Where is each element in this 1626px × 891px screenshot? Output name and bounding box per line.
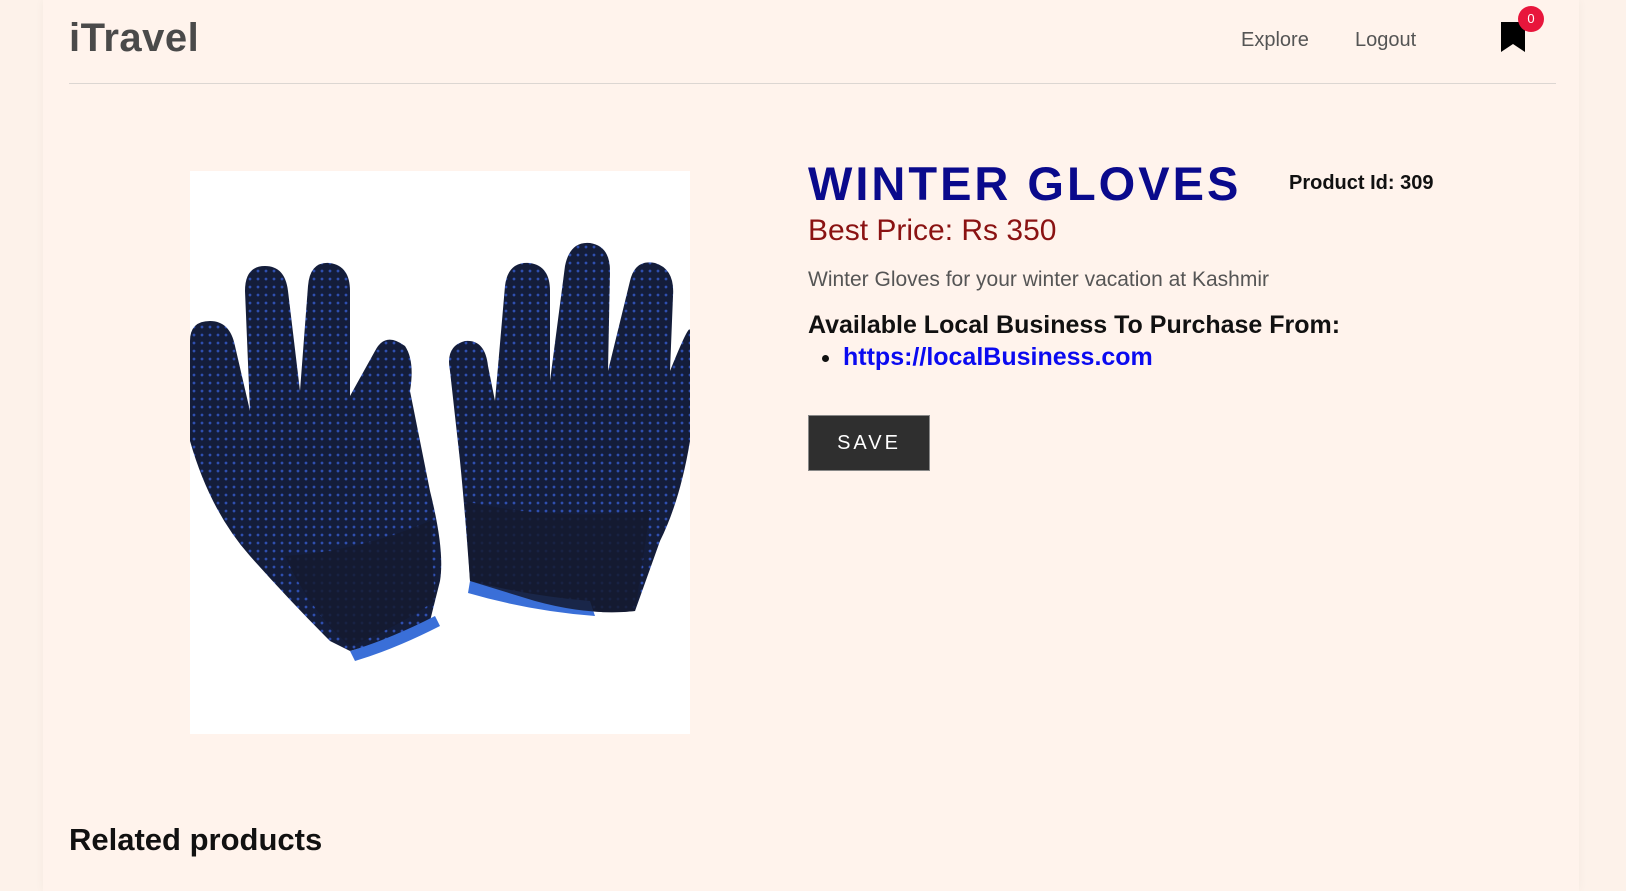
product-description: Winter Gloves for your winter vacation a… [808, 268, 1269, 291]
related-products-heading: Related products [69, 822, 323, 857]
product-title: WINTER GLOVES [808, 157, 1242, 210]
save-button[interactable]: SAVE [808, 415, 930, 471]
product-price: Best Price: Rs 350 [808, 214, 1057, 247]
brand-logo[interactable]: iTravel [69, 16, 199, 61]
bookmark-count-badge: 0 [1518, 6, 1544, 32]
product-image [190, 171, 690, 734]
left-glove-shape [190, 262, 442, 661]
business-link[interactable]: https://localBusiness.com [843, 343, 1153, 371]
available-business-heading: Available Local Business To Purchase Fro… [808, 311, 1341, 339]
nav-explore-link[interactable]: Explore [1241, 29, 1309, 52]
right-glove-shape [449, 242, 690, 616]
product-id: Product Id: 309 [1289, 172, 1434, 194]
list-item: https://localBusiness.com [843, 343, 1153, 372]
business-list: https://localBusiness.com [808, 343, 1153, 372]
nav-logout-link[interactable]: Logout [1355, 29, 1416, 52]
navbar: iTravel Explore Logout 0 [69, 0, 1556, 84]
